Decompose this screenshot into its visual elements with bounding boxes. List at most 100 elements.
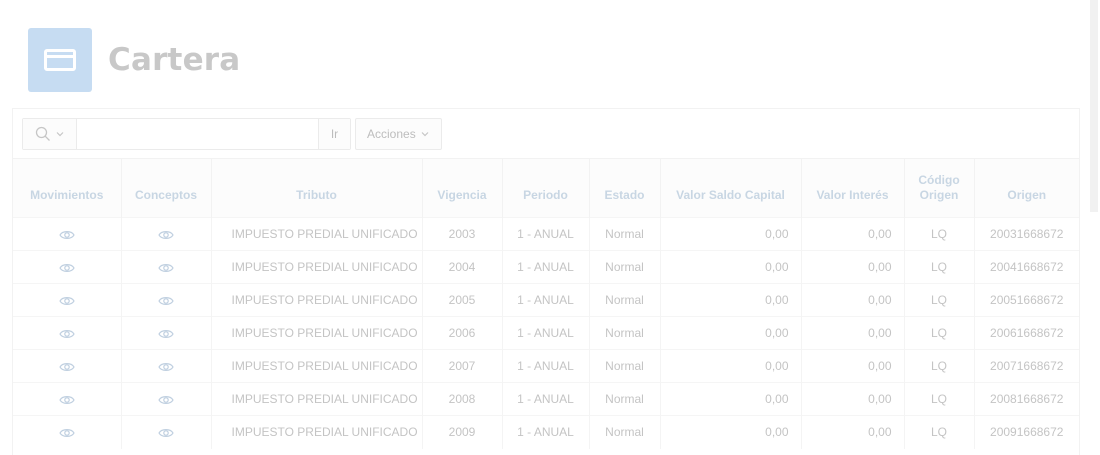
conceptos-cell[interactable] <box>121 250 212 284</box>
view-icon[interactable] <box>158 359 174 373</box>
chevron-down-icon <box>56 132 63 137</box>
movimientos-cell[interactable] <box>13 316 122 350</box>
movimientos-cell[interactable] <box>13 382 122 416</box>
valor-interes-cell: 0,00 <box>801 382 905 416</box>
movimientos-cell[interactable] <box>13 283 122 317</box>
page-title: Cartera <box>108 42 241 78</box>
codigo-origen-cell: LQ <box>904 382 975 416</box>
table-row: IMPUESTO PREDIAL UNIFICADO 2008 1 - ANUAL N… <box>13 382 1079 416</box>
view-icon[interactable] <box>158 293 174 307</box>
view-icon[interactable] <box>59 293 75 307</box>
periodo-cell: 1 - ANUAL <box>502 382 590 416</box>
column-header-valor-saldo-capital[interactable]: Valor Saldo Capital <box>660 158 802 218</box>
chevron-down-icon <box>421 132 429 137</box>
view-icon[interactable] <box>59 227 75 241</box>
column-header-codigo-origen[interactable]: Código Origen <box>904 158 975 218</box>
view-icon[interactable] <box>59 392 75 406</box>
tributo-cell: IMPUESTO PREDIAL UNIFICADO <box>211 382 423 416</box>
movimientos-cell[interactable] <box>13 217 122 251</box>
column-header-movimientos[interactable]: Movimientos <box>13 158 122 218</box>
credit-card-icon <box>28 28 92 92</box>
valor-interes-cell: 0,00 <box>801 217 905 251</box>
vigencia-cell: 2009 <box>422 415 503 449</box>
table-row: IMPUESTO PREDIAL UNIFICADO 2005 1 - ANUAL N… <box>13 283 1079 317</box>
page-header: Cartera <box>28 28 240 92</box>
table-header-row: Movimientos Conceptos Tributo Vigencia P… <box>13 158 1079 218</box>
tributo-cell: IMPUESTO PREDIAL UNIFICADO <box>211 283 423 317</box>
tributo-cell: IMPUESTO PREDIAL UNIFICADO <box>211 316 423 350</box>
table-row: IMPUESTO PREDIAL UNIFICADO 2004 1 - ANUAL N… <box>13 250 1079 284</box>
valor-saldo-capital-cell: 0,00 <box>660 217 802 251</box>
conceptos-cell[interactable] <box>121 415 212 449</box>
go-button[interactable]: Ir <box>318 119 350 149</box>
vertical-scrollbar[interactable] <box>1090 0 1098 212</box>
origen-cell: 20031668672 <box>974 217 1079 251</box>
valor-interes-cell: 0,00 <box>801 283 905 317</box>
column-header-valor-interes[interactable]: Valor Interés <box>801 158 905 218</box>
actions-menu-button[interactable]: Acciones <box>355 118 442 150</box>
conceptos-cell[interactable] <box>121 349 212 383</box>
periodo-cell: 1 - ANUAL <box>502 415 590 449</box>
origen-cell: 20041668672 <box>974 250 1079 284</box>
view-icon[interactable] <box>59 260 75 274</box>
estado-cell: Normal <box>589 382 661 416</box>
view-icon[interactable] <box>158 425 174 439</box>
conceptos-cell[interactable] <box>121 217 212 251</box>
origen-cell: 20051668672 <box>974 283 1079 317</box>
search-input[interactable] <box>77 119 318 149</box>
vigencia-cell: 2005 <box>422 283 503 317</box>
valor-saldo-capital-cell: 0,00 <box>660 415 802 449</box>
movimientos-cell[interactable] <box>13 349 122 383</box>
tributo-cell: IMPUESTO PREDIAL UNIFICADO <box>211 250 423 284</box>
valor-saldo-capital-cell: 0,00 <box>660 382 802 416</box>
search-icon <box>35 126 50 141</box>
column-header-vigencia[interactable]: Vigencia <box>422 158 503 218</box>
conceptos-cell[interactable] <box>121 283 212 317</box>
conceptos-cell[interactable] <box>121 316 212 350</box>
tributo-cell: IMPUESTO PREDIAL UNIFICADO <box>211 415 423 449</box>
codigo-origen-cell: LQ <box>904 250 975 284</box>
search-bar: Ir <box>22 118 351 150</box>
valor-saldo-capital-cell: 0,00 <box>660 283 802 317</box>
valor-saldo-capital-cell: 0,00 <box>660 250 802 284</box>
origen-cell: 20081668672 <box>974 382 1079 416</box>
view-icon[interactable] <box>59 326 75 340</box>
vigencia-cell: 2006 <box>422 316 503 350</box>
periodo-cell: 1 - ANUAL <box>502 349 590 383</box>
column-header-estado[interactable]: Estado <box>589 158 661 218</box>
column-header-conceptos[interactable]: Conceptos <box>121 158 212 218</box>
origen-cell: 20061668672 <box>974 316 1079 350</box>
valor-interes-cell: 0,00 <box>801 349 905 383</box>
table-row: IMPUESTO PREDIAL UNIFICADO 2007 1 - ANUAL N… <box>13 349 1079 383</box>
view-icon[interactable] <box>158 392 174 406</box>
estado-cell: Normal <box>589 349 661 383</box>
codigo-origen-cell: LQ <box>904 316 975 350</box>
view-icon[interactable] <box>158 326 174 340</box>
movimientos-cell[interactable] <box>13 415 122 449</box>
view-icon[interactable] <box>158 227 174 241</box>
view-icon[interactable] <box>59 359 75 373</box>
valor-interes-cell: 0,00 <box>801 316 905 350</box>
estado-cell: Normal <box>589 217 661 251</box>
valor-interes-cell: 0,00 <box>801 415 905 449</box>
search-column-button[interactable] <box>23 119 77 149</box>
view-icon[interactable] <box>59 425 75 439</box>
estado-cell: Normal <box>589 283 661 317</box>
movimientos-cell[interactable] <box>13 250 122 284</box>
periodo-cell: 1 - ANUAL <box>502 250 590 284</box>
periodo-cell: 1 - ANUAL <box>502 316 590 350</box>
codigo-origen-cell: LQ <box>904 217 975 251</box>
report-region: Ir Acciones Movimientos Conceptos Tribut… <box>12 108 1080 455</box>
valor-interes-cell: 0,00 <box>801 250 905 284</box>
cartera-table: Movimientos Conceptos Tributo Vigencia P… <box>13 158 1079 449</box>
view-icon[interactable] <box>158 260 174 274</box>
column-header-origen[interactable]: Origen <box>974 158 1079 218</box>
vigencia-cell: 2008 <box>422 382 503 416</box>
table-row: IMPUESTO PREDIAL UNIFICADO 2009 1 - ANUAL N… <box>13 415 1079 449</box>
column-header-tributo[interactable]: Tributo <box>211 158 423 218</box>
origen-cell: 20091668672 <box>974 415 1079 449</box>
column-header-periodo[interactable]: Periodo <box>502 158 590 218</box>
conceptos-cell[interactable] <box>121 382 212 416</box>
periodo-cell: 1 - ANUAL <box>502 217 590 251</box>
report-toolbar: Ir Acciones <box>22 118 442 150</box>
